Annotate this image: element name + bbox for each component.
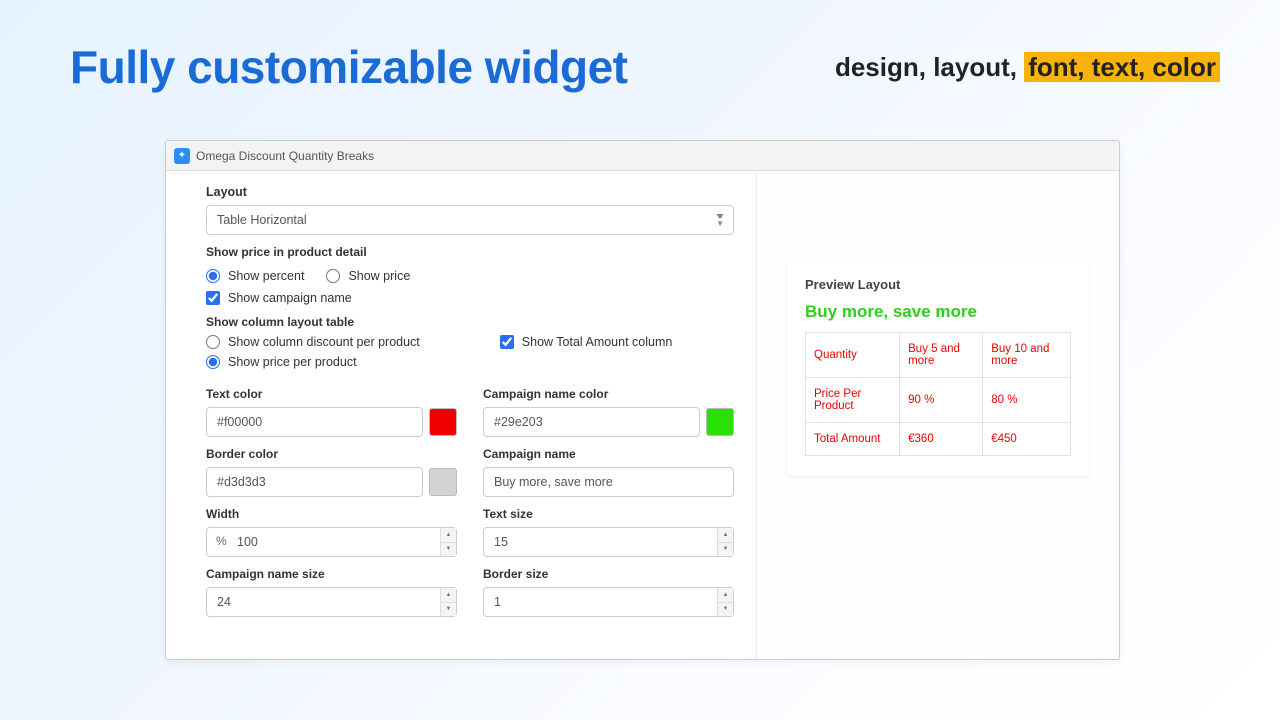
show-price-label: Show price in product detail — [206, 245, 734, 259]
hero-headline: Fully customizable widget — [70, 40, 627, 94]
campaign-color-input[interactable] — [483, 407, 700, 437]
layout-select[interactable] — [206, 205, 734, 235]
text-color-swatch[interactable] — [429, 408, 457, 436]
table-row: Price Per Product 90 % 80 % — [806, 378, 1071, 423]
chevron-down-icon: ▼ — [718, 543, 733, 557]
tagline-highlight: font, text, color — [1024, 52, 1220, 82]
chevron-up-icon: ▲ — [718, 588, 733, 603]
campaign-name-input[interactable] — [483, 467, 734, 497]
hero-tagline: design, layout, font, text, color — [835, 52, 1220, 83]
cell-ppp-label: Price Per Product — [806, 378, 900, 423]
border-color-swatch[interactable] — [429, 468, 457, 496]
campaign-color-label: Campaign name color — [483, 387, 734, 401]
layout-label: Layout — [206, 185, 734, 199]
border-size-label: Border size — [483, 567, 734, 581]
radio-show-percent[interactable]: Show percent — [206, 269, 304, 283]
chevron-up-icon: ▲ — [718, 528, 733, 543]
chevron-down-icon: ▼ — [441, 603, 456, 617]
cell-tier1-label: Buy 5 and more — [900, 333, 983, 378]
text-color-label: Text color — [206, 387, 457, 401]
width-prefix: % — [216, 534, 227, 548]
check-show-campaign-name-label: Show campaign name — [228, 291, 352, 305]
show-column-label: Show column layout table — [206, 315, 734, 329]
table-row: Total Amount €360 €450 — [806, 423, 1071, 456]
border-color-label: Border color — [206, 447, 457, 461]
radio-show-column-discount-label: Show column discount per product — [228, 335, 420, 349]
width-label: Width — [206, 507, 457, 521]
radio-show-price-per-product[interactable]: Show price per product — [206, 355, 734, 369]
cell-tier2-label: Buy 10 and more — [983, 333, 1071, 378]
border-size-input[interactable] — [483, 587, 734, 617]
radio-show-price-per-product-label: Show price per product — [228, 355, 357, 369]
cell-total-tier2: €450 — [983, 423, 1071, 456]
preview-title: Preview Layout — [805, 277, 1071, 292]
cell-total-label: Total Amount — [806, 423, 900, 456]
text-size-input[interactable] — [483, 527, 734, 557]
app-icon: ✦ — [174, 148, 190, 164]
cell-quantity-label: Quantity — [806, 333, 900, 378]
campaign-name-label: Campaign name — [483, 447, 734, 461]
check-show-total-amount[interactable]: Show Total Amount column — [500, 335, 673, 349]
text-size-stepper[interactable]: ▲▼ — [717, 528, 733, 556]
preview-card: Preview Layout Buy more, save more Quant… — [787, 259, 1089, 476]
campaign-color-swatch[interactable] — [706, 408, 734, 436]
radio-show-price[interactable]: Show price — [326, 269, 410, 283]
width-input[interactable] — [206, 527, 457, 557]
titlebar: ✦ Omega Discount Quantity Breaks — [166, 141, 1119, 171]
campaign-size-stepper[interactable]: ▲▼ — [440, 588, 456, 616]
app-title: Omega Discount Quantity Breaks — [196, 149, 374, 163]
preview-table: Quantity Buy 5 and more Buy 10 and more … — [805, 332, 1071, 456]
check-show-campaign-name[interactable]: Show campaign name — [206, 291, 734, 305]
check-show-total-amount-label: Show Total Amount column — [522, 335, 673, 349]
app-window: ✦ Omega Discount Quantity Breaks Layout … — [165, 140, 1120, 660]
preview-campaign-name: Buy more, save more — [805, 302, 1071, 322]
border-size-stepper[interactable]: ▲▼ — [717, 588, 733, 616]
radio-show-column-discount[interactable]: Show column discount per product — [206, 335, 420, 349]
cell-total-tier1: €360 — [900, 423, 983, 456]
tagline-plain: design, layout, — [835, 52, 1024, 82]
preview-pane: Preview Layout Buy more, save more Quant… — [756, 171, 1119, 659]
width-stepper[interactable]: ▲▼ — [440, 528, 456, 556]
text-size-label: Text size — [483, 507, 734, 521]
cell-ppp-tier2: 80 % — [983, 378, 1071, 423]
settings-pane: Layout ▲▼ Show price in product detail S… — [166, 171, 756, 659]
cell-ppp-tier1: 90 % — [900, 378, 983, 423]
table-row: Quantity Buy 5 and more Buy 10 and more — [806, 333, 1071, 378]
chevron-up-icon: ▲ — [441, 588, 456, 603]
radio-show-percent-label: Show percent — [228, 269, 304, 283]
chevron-down-icon: ▼ — [718, 603, 733, 617]
campaign-size-label: Campaign name size — [206, 567, 457, 581]
radio-show-price-label: Show price — [348, 269, 410, 283]
chevron-updown-icon: ▲▼ — [716, 212, 724, 228]
chevron-up-icon: ▲ — [441, 528, 456, 543]
chevron-down-icon: ▼ — [441, 543, 456, 557]
border-color-input[interactable] — [206, 467, 423, 497]
campaign-size-input[interactable] — [206, 587, 457, 617]
text-color-input[interactable] — [206, 407, 423, 437]
